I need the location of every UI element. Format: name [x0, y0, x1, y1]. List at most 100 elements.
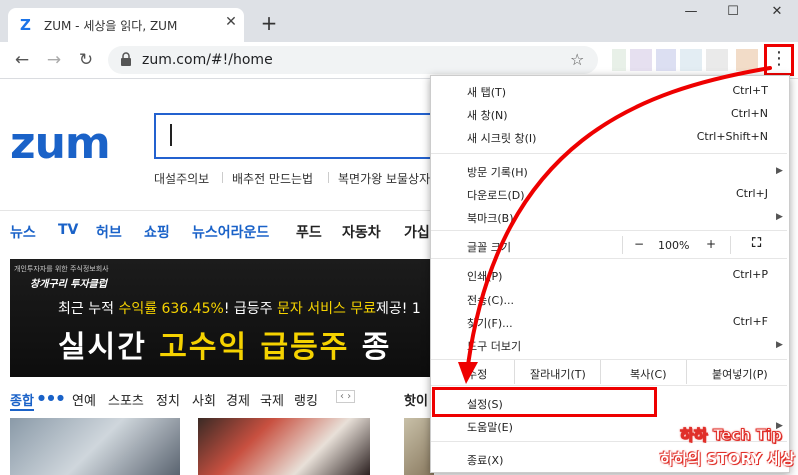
menu-divider: [431, 153, 787, 154]
divider: [222, 172, 223, 183]
banner-subtitle: 개인투자자를 위한 주식정보회사: [14, 265, 109, 273]
category-tab[interactable]: 랭킹: [294, 390, 318, 409]
copy-button[interactable]: 복사(C): [630, 366, 667, 382]
extension-icon[interactable]: [612, 49, 626, 71]
banner-text: 최근 누적: [58, 301, 114, 317]
prev-next-icon[interactable]: ‹ ›: [336, 390, 356, 403]
back-arrow-icon[interactable]: ←: [10, 48, 34, 72]
new-tab-icon[interactable]: +: [258, 12, 280, 34]
extension-icon[interactable]: [656, 49, 676, 71]
menu-item-new-window[interactable]: 새 창(N): [467, 107, 508, 123]
divider: [514, 360, 515, 384]
extension-icon[interactable]: [680, 49, 702, 71]
banner-brand: 창개구리 투자클럽: [30, 279, 108, 290]
browser-tab[interactable]: Z ZUM - 세상을 읽다, ZUM ✕: [8, 8, 244, 42]
divider: [600, 360, 601, 384]
pager-dots[interactable]: ● ● ●: [38, 393, 64, 402]
watermark-line1: 하하 Tech Tip: [679, 426, 783, 445]
category-tab[interactable]: 국제: [260, 390, 284, 409]
nav-item-car[interactable]: 자동차: [342, 222, 381, 242]
lock-icon: [121, 52, 131, 66]
banner-big-headline: 실시간 고수익 급등주 종: [58, 322, 391, 366]
banner-text: 고수익 급등주: [159, 330, 350, 365]
text-caret: [170, 124, 172, 146]
menu-item-edit: 수정: [467, 368, 488, 381]
menu-item-exit[interactable]: 종료(X): [467, 452, 503, 468]
shortcut-label: Ctrl+Shift+N: [696, 130, 768, 143]
trending-keyword[interactable]: 복면가왕 보물상자: [338, 170, 430, 187]
menu-item-help[interactable]: 도움말(E): [467, 419, 513, 435]
extension-icon[interactable]: [630, 49, 652, 71]
divider: [622, 236, 623, 254]
menu-item-bookmarks[interactable]: 북마크(B): [467, 210, 514, 226]
divider: [686, 360, 687, 384]
minimize-icon[interactable]: —: [676, 4, 706, 24]
forward-arrow-icon[interactable]: →: [42, 48, 66, 72]
fullscreen-icon[interactable]: ⛶: [752, 236, 761, 251]
cut-button[interactable]: 잘라내기(T): [530, 366, 586, 382]
nav-item-shopping[interactable]: 쇼핑: [144, 222, 170, 242]
nav-item-gossip[interactable]: 가십: [404, 222, 430, 242]
banner-text: ! 급등주: [223, 301, 273, 317]
menu-item-new-tab[interactable]: 새 탭(T): [467, 84, 506, 100]
category-tab[interactable]: 사회: [192, 390, 216, 409]
submenu-arrow-icon: ▶: [776, 166, 783, 176]
menu-item-history[interactable]: 방문 기록(H): [467, 164, 528, 180]
menu-item-find[interactable]: 찾기(F)...: [467, 315, 513, 331]
zum-logo[interactable]: zum: [10, 118, 111, 169]
news-thumbnail[interactable]: [10, 418, 180, 475]
bookmark-star-icon[interactable]: ☆: [570, 50, 584, 69]
banner-text: 종: [361, 330, 392, 365]
menu-item-more-tools[interactable]: 도구 더보기: [467, 338, 521, 354]
nav-item-tv[interactable]: TV: [58, 222, 78, 238]
profile-avatar[interactable]: [736, 49, 758, 71]
menu-divider: [431, 230, 787, 231]
news-thumbnail[interactable]: [198, 418, 370, 475]
tab-title: ZUM - 세상을 읽다, ZUM: [44, 19, 178, 33]
window-close-icon[interactable]: ✕: [762, 4, 792, 24]
zum-favicon-icon: Z: [20, 16, 31, 34]
divider: [328, 172, 329, 183]
banner-text: 실시간: [58, 330, 147, 365]
banner-headline: 최근 누적 수익률 636.45%! 급등주 문자 서비스 무료제공! 1: [58, 298, 421, 318]
category-tab-all[interactable]: 종합: [10, 390, 34, 411]
nav-item-food[interactable]: 푸드: [296, 222, 322, 242]
zoom-level: 100%: [658, 239, 690, 252]
submenu-arrow-icon: ▶: [776, 212, 783, 222]
search-input[interactable]: [154, 113, 444, 159]
menu-item-zoom: 글꼴 크기: [467, 241, 511, 254]
menu-item-downloads[interactable]: 다운로드(D): [467, 187, 525, 203]
reload-icon[interactable]: ↻: [74, 48, 98, 72]
shortcut-label: Ctrl+F: [732, 315, 768, 328]
trending-keyword[interactable]: 대설주의보: [154, 170, 209, 187]
submenu-arrow-icon: ▶: [776, 340, 783, 350]
divider: [0, 210, 440, 211]
category-tab[interactable]: 정치: [156, 390, 180, 409]
maximize-icon[interactable]: ☐: [718, 4, 748, 24]
watermark-line2: 하하의 STORY 세상: [660, 450, 795, 468]
category-tab[interactable]: 경제: [226, 390, 250, 409]
zoom-in-button[interactable]: +: [706, 237, 716, 251]
nav-item-news-around[interactable]: 뉴스어라운드: [192, 222, 269, 242]
tab-close-icon[interactable]: ✕: [222, 14, 240, 34]
menu-divider: [431, 385, 787, 386]
category-tab[interactable]: 스포츠: [108, 390, 144, 409]
nav-item-hub[interactable]: 허브: [96, 222, 122, 242]
extension-icon[interactable]: [706, 49, 728, 71]
menu-divider: [431, 359, 787, 360]
menu-item-print[interactable]: 인쇄(P): [467, 268, 502, 284]
trending-keyword[interactable]: 배추전 만드는법: [232, 170, 313, 187]
shortcut-label: Ctrl+J: [735, 187, 768, 200]
nav-item-news[interactable]: 뉴스: [10, 222, 36, 242]
menu-item-cast[interactable]: 전송(C)...: [467, 292, 514, 308]
category-tab[interactable]: 연예: [72, 390, 96, 409]
menu-item-incognito[interactable]: 새 시크릿 창(I): [467, 130, 536, 146]
settings-highlight-box: [432, 387, 657, 417]
url-text[interactable]: zum.com/#!/home: [142, 52, 273, 68]
banner-text: 문자 서비스 무료: [276, 301, 377, 317]
menu-divider: [431, 258, 787, 259]
paste-button[interactable]: 붙여넣기(P): [712, 366, 768, 382]
shortcut-label: Ctrl+T: [732, 84, 768, 97]
chrome-menu-kebab-icon[interactable]: ⋮: [764, 44, 794, 76]
zoom-out-button[interactable]: −: [634, 237, 644, 251]
